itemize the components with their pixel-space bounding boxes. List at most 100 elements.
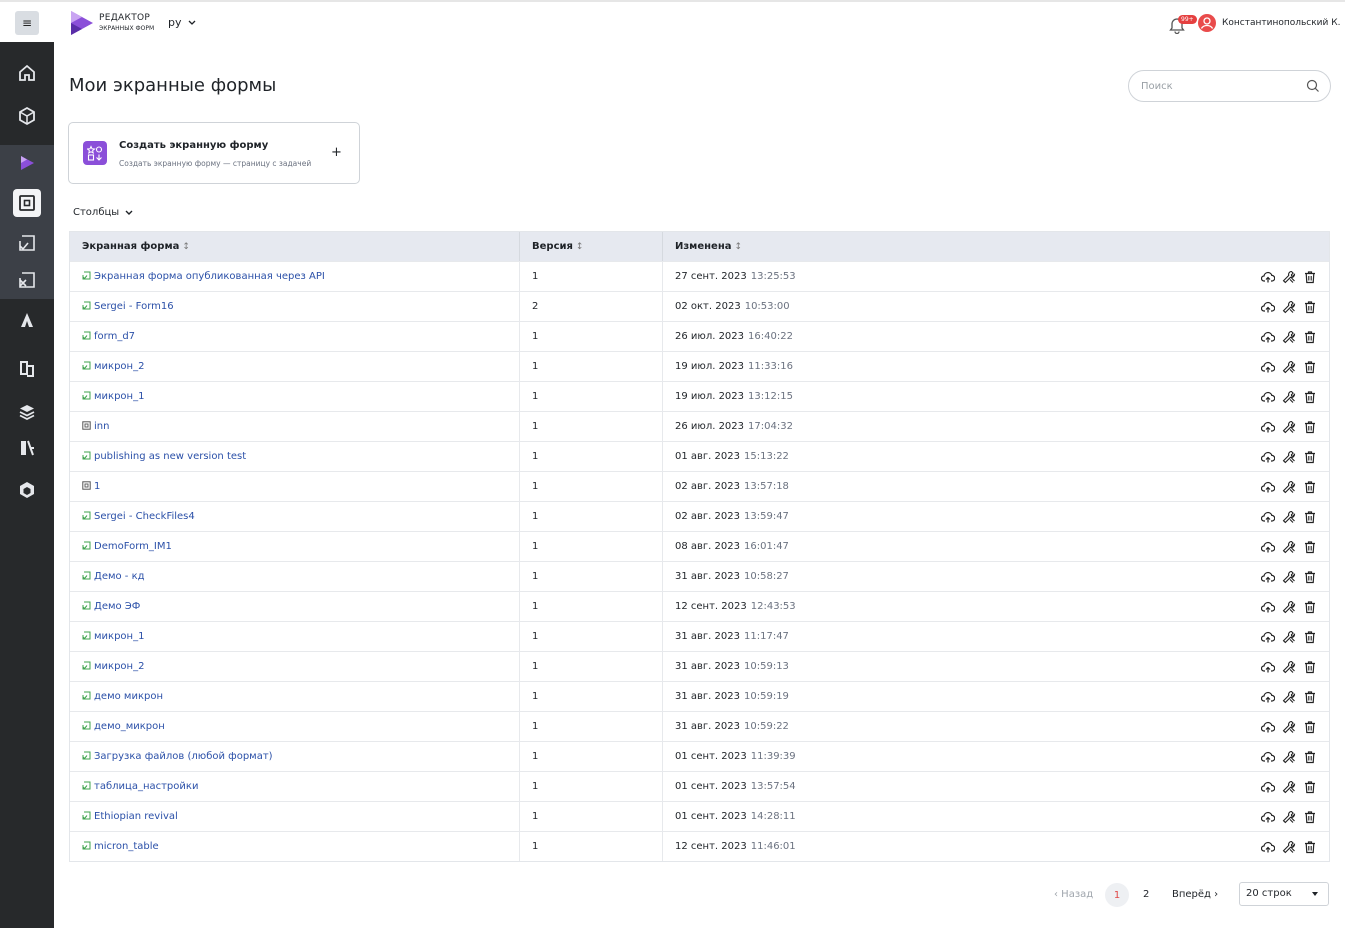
table-row[interactable]: micron_table 1 12 сент. 2023 11:46:01 xyxy=(70,831,1329,861)
cloud-publish-icon[interactable] xyxy=(1261,390,1275,404)
cloud-publish-icon[interactable] xyxy=(1261,810,1275,824)
table-row[interactable]: демо микрон 1 31 авг. 2023 10:59:19 xyxy=(70,681,1329,711)
form-link[interactable]: Ethiopian revival xyxy=(82,811,178,823)
form-name[interactable]: Экранная форма опубликованная через API xyxy=(94,271,325,282)
rows-per-page-select[interactable]: 20 строк xyxy=(1239,882,1329,906)
search-box[interactable] xyxy=(1128,70,1331,102)
form-name[interactable]: publishing as new version test xyxy=(94,451,246,462)
wrench-icon[interactable] xyxy=(1282,510,1296,524)
search-icon[interactable] xyxy=(1306,79,1320,93)
form-link[interactable]: form_d7 xyxy=(82,331,135,343)
sidebar-item-analytics[interactable] xyxy=(0,302,54,338)
cloud-publish-icon[interactable] xyxy=(1261,750,1275,764)
form-link[interactable]: микрон_2 xyxy=(82,661,144,673)
wrench-icon[interactable] xyxy=(1282,840,1296,854)
cloud-publish-icon[interactable] xyxy=(1261,420,1275,434)
sidebar-item-blocks[interactable] xyxy=(0,98,54,134)
trash-icon[interactable] xyxy=(1303,750,1317,764)
form-link[interactable]: микрон_1 xyxy=(82,631,144,643)
cloud-publish-icon[interactable] xyxy=(1261,660,1275,674)
table-row[interactable]: Демо ЭФ 1 12 сент. 2023 12:43:53 xyxy=(70,591,1329,621)
sort-icon[interactable]: ↕ xyxy=(182,242,190,252)
form-link[interactable]: Загрузка файлов (любой формат) xyxy=(82,751,273,763)
wrench-icon[interactable] xyxy=(1282,690,1296,704)
trash-icon[interactable] xyxy=(1303,630,1317,644)
table-row[interactable]: inn 1 26 июл. 2023 17:04:32 xyxy=(70,411,1329,441)
form-name[interactable]: micron_table xyxy=(94,841,159,852)
table-row[interactable]: 1 1 02 авг. 2023 13:57:18 xyxy=(70,471,1329,501)
table-row[interactable]: DemoForm_IM1 1 08 авг. 2023 16:01:47 xyxy=(70,531,1329,561)
form-name[interactable]: микрон_1 xyxy=(94,391,144,402)
user-name[interactable]: Константинопольский К. xyxy=(1222,18,1341,28)
wrench-icon[interactable] xyxy=(1282,300,1296,314)
cloud-publish-icon[interactable] xyxy=(1261,720,1275,734)
trash-icon[interactable] xyxy=(1303,690,1317,704)
trash-icon[interactable] xyxy=(1303,810,1317,824)
trash-icon[interactable] xyxy=(1303,720,1317,734)
form-link[interactable]: демо_микрон xyxy=(82,721,165,733)
plus-icon[interactable]: + xyxy=(331,145,342,160)
form-name[interactable]: inn xyxy=(94,421,109,432)
form-name[interactable]: DemoForm_IM1 xyxy=(94,541,172,552)
trash-icon[interactable] xyxy=(1303,330,1317,344)
sidebar-item-screen-forms[interactable] xyxy=(0,181,54,225)
form-name[interactable]: form_d7 xyxy=(94,331,135,342)
form-link[interactable]: 1 xyxy=(82,480,100,493)
table-row[interactable]: Sergei - Form16 2 02 окт. 2023 10:53:00 xyxy=(70,291,1329,321)
form-name[interactable]: 1 xyxy=(94,481,100,492)
form-link[interactable]: Экранная форма опубликованная через API xyxy=(82,271,325,283)
sidebar-item-home[interactable] xyxy=(0,55,54,91)
sidebar-item-documents[interactable] xyxy=(0,350,54,386)
sidebar-item-editor[interactable] xyxy=(0,145,54,181)
table-row[interactable]: демо_микрон 1 31 авг. 2023 10:59:22 xyxy=(70,711,1329,741)
table-row[interactable]: микрон_1 1 31 авг. 2023 11:17:47 xyxy=(70,621,1329,651)
pagination-next[interactable]: Вперёд › xyxy=(1172,889,1218,900)
wrench-icon[interactable] xyxy=(1282,810,1296,824)
cloud-publish-icon[interactable] xyxy=(1261,570,1275,584)
table-row[interactable]: Демо - кд 1 31 авг. 2023 10:58:27 xyxy=(70,561,1329,591)
form-name[interactable]: демо микрон xyxy=(94,691,163,702)
form-link[interactable]: Sergei - CheckFiles4 xyxy=(82,511,195,523)
sidebar-item-modules[interactable] xyxy=(0,472,54,508)
trash-icon[interactable] xyxy=(1303,600,1317,614)
cloud-publish-icon[interactable] xyxy=(1261,270,1275,284)
cloud-publish-icon[interactable] xyxy=(1261,600,1275,614)
table-row[interactable]: publishing as new version test 1 01 авг. 2… xyxy=(70,441,1329,471)
table-row[interactable]: таблица_настройки 1 01 сент. 2023 13:57:54 xyxy=(70,771,1329,801)
language-selector[interactable]: ру xyxy=(168,16,196,29)
wrench-icon[interactable] xyxy=(1282,330,1296,344)
wrench-icon[interactable] xyxy=(1282,660,1296,674)
pagination-prev[interactable]: ‹ Назад xyxy=(1054,889,1093,900)
form-link[interactable]: Демо - кд xyxy=(82,571,145,583)
cloud-publish-icon[interactable] xyxy=(1261,360,1275,374)
form-name[interactable]: Демо ЭФ xyxy=(94,601,140,612)
sidebar-item-tasks[interactable] xyxy=(0,225,54,261)
wrench-icon[interactable] xyxy=(1282,780,1296,794)
form-link[interactable]: Демо ЭФ xyxy=(82,601,140,613)
cloud-publish-icon[interactable] xyxy=(1261,300,1275,314)
form-link[interactable]: таблица_настройки xyxy=(82,781,198,793)
form-name[interactable]: Sergei - CheckFiles4 xyxy=(94,511,195,522)
trash-icon[interactable] xyxy=(1303,540,1317,554)
cloud-publish-icon[interactable] xyxy=(1261,510,1275,524)
column-header-modified[interactable]: Изменена ↕ xyxy=(663,232,1329,261)
form-link[interactable]: микрон_1 xyxy=(82,391,144,403)
trash-icon[interactable] xyxy=(1303,510,1317,524)
sidebar-item-cancelled[interactable] xyxy=(0,261,54,299)
wrench-icon[interactable] xyxy=(1282,270,1296,284)
table-row[interactable]: Sergei - CheckFiles4 1 02 авг. 2023 13:59:4… xyxy=(70,501,1329,531)
wrench-icon[interactable] xyxy=(1282,750,1296,764)
wrench-icon[interactable] xyxy=(1282,450,1296,464)
cloud-publish-icon[interactable] xyxy=(1261,840,1275,854)
form-name[interactable]: Загрузка файлов (любой формат) xyxy=(94,751,273,762)
form-link[interactable]: микрон_2 xyxy=(82,361,144,373)
cloud-publish-icon[interactable] xyxy=(1261,330,1275,344)
sidebar-item-layers[interactable] xyxy=(0,394,54,430)
wrench-icon[interactable] xyxy=(1282,390,1296,404)
pagination-page-2[interactable]: 2 xyxy=(1143,889,1149,900)
wrench-icon[interactable] xyxy=(1282,480,1296,494)
search-input[interactable] xyxy=(1141,79,1301,93)
wrench-icon[interactable] xyxy=(1282,540,1296,554)
cloud-publish-icon[interactable] xyxy=(1261,630,1275,644)
wrench-icon[interactable] xyxy=(1282,630,1296,644)
